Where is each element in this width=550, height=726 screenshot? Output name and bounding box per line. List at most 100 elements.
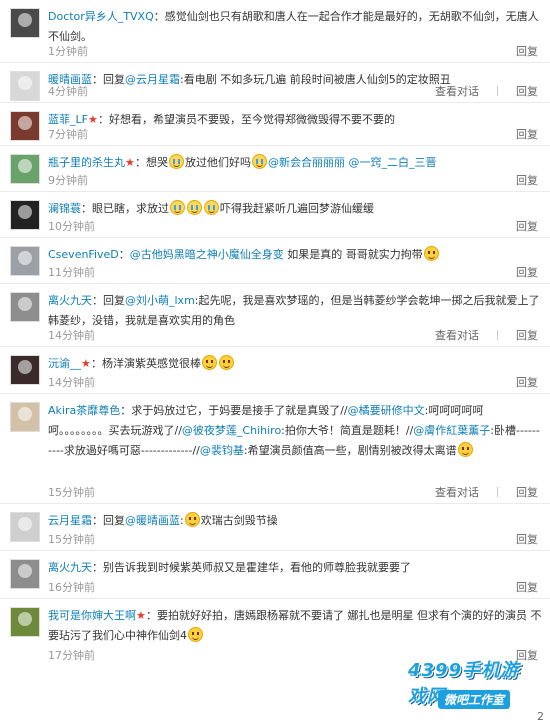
reply-button[interactable]: 回复: [516, 45, 538, 58]
divider: [497, 86, 498, 96]
mention-link[interactable]: @新会合丽丽丽: [268, 156, 345, 169]
cry-emoji-icon: [169, 154, 184, 169]
comment-body: 瓶子里的杀生丸★：想哭 放过他们好吗 @新会合丽丽丽 @一窍_二白_三晋: [48, 154, 437, 169]
user-name-link[interactable]: 澜锦蓑: [48, 202, 81, 215]
avatar[interactable]: [10, 71, 40, 101]
comment-meta: 1分钟前 回复: [48, 43, 542, 59]
avatar[interactable]: [10, 355, 40, 385]
user-name-link[interactable]: 瓶子里的杀生丸: [48, 156, 125, 169]
watermark-tag: 微吧工作室: [438, 690, 511, 709]
mention-link[interactable]: @古他妈黑暗之神小魔仙全身变: [130, 248, 284, 261]
user-name-link[interactable]: 离火九天: [48, 294, 92, 307]
timestamp: 4分钟前: [48, 85, 88, 98]
mention-link[interactable]: @橘要研修中文: [348, 404, 425, 417]
avatar[interactable]: [10, 292, 40, 322]
laugh-emoji-icon: [219, 355, 234, 370]
comment-meta: 14分钟前 查看对话 回复: [48, 327, 542, 343]
view-dialog-button[interactable]: 查看对话: [435, 85, 479, 98]
reply-button[interactable]: 回复: [516, 128, 538, 141]
cry-emoji-icon: [204, 200, 219, 215]
comment-item: 瓶子里的杀生丸★：想哭 放过他们好吗 @新会合丽丽丽 @一窍_二白_三晋 9分钟前 …: [0, 146, 550, 192]
comment-meta: 16分钟前 回复: [48, 579, 542, 595]
mention-link[interactable]: @裴钧基: [200, 444, 244, 457]
vip-star-icon: ★: [125, 156, 135, 169]
avatar[interactable]: [10, 559, 40, 589]
user-name-link[interactable]: 沅谕__: [48, 357, 81, 370]
timestamp: 16分钟前: [48, 581, 95, 594]
reply-button[interactable]: 回复: [516, 329, 538, 342]
reply-button[interactable]: 回复: [516, 533, 538, 546]
user-name-link[interactable]: Akira茶靡尊色: [48, 404, 120, 417]
comment-body: 沅谕__★：杨洋演紫英感觉很棒: [48, 354, 542, 374]
user-name-link[interactable]: 我可是你婶大王啊: [48, 609, 136, 622]
cry-emoji-icon: [170, 200, 185, 215]
smile-emoji-icon: [457, 442, 473, 457]
vip-star-icon: ★: [87, 113, 98, 126]
comment-item: 离火九天：回复@刘小萌_lxm:起先呢，我是喜欢梦瑶的，但是当韩菱纱学会乾坤一掷…: [0, 284, 550, 347]
avatar[interactable]: [10, 8, 40, 38]
avatar[interactable]: [10, 607, 40, 637]
comment-item: Doctor异乡人_TVXQ：感觉仙剑也只有胡歌和唐人在一起合作才能是最好的，无…: [0, 0, 550, 63]
mention-link[interactable]: @一窍_二白_三晋: [349, 156, 437, 169]
user-name-link[interactable]: 蓝菲_LF: [48, 113, 88, 126]
comment-meta: 9分钟前 回复: [48, 172, 542, 188]
mention-link[interactable]: @刘小萌_lxm: [125, 294, 195, 307]
smile-emoji-icon: [188, 627, 203, 642]
reply-button[interactable]: 回复: [516, 581, 538, 594]
comment-text: 好想看，希望演员不要毁，至今觉得郑微微毁得不要不要的: [108, 113, 395, 126]
comment-item: 澜锦蓑：眼已瞎，求放过 吓得我赶紧听几遍回梦游仙缓缓 10分钟前 回复: [0, 192, 550, 238]
comment-body: 我可是你婶大王啊★：要拍就好好拍，唐嫣跟杨幂就不要请了 娜扎也是明星 但求有个演…: [48, 609, 542, 642]
cry-emoji-icon: [187, 200, 202, 215]
comment-meta: 4分钟前 查看对话 回复: [48, 83, 542, 99]
mention-link[interactable]: @膚作紅葉薰子: [413, 424, 490, 437]
reply-button[interactable]: 回复: [516, 266, 538, 279]
comment-feed: Doctor异乡人_TVXQ：感觉仙剑也只有胡歌和唐人在一起合作才能是最好的，无…: [0, 0, 550, 726]
vip-star-icon: ★: [81, 357, 91, 370]
comment-meta: 15分钟前 查看对话 回复: [48, 484, 542, 500]
watermark-logo: 4399手机游戏网 微吧工作室: [396, 656, 536, 712]
comment-item: 离火九天：别告诉我到时候紫英师叔又是霍建华，看他的师尊脸我就要要了 16分钟前 …: [0, 551, 550, 599]
comment-meta: 10分钟前 回复: [48, 218, 542, 234]
reply-button[interactable]: 回复: [516, 174, 538, 187]
timestamp: 15分钟前: [48, 533, 95, 546]
page-indicator: 2: [537, 710, 544, 723]
avatar[interactable]: [10, 200, 40, 230]
timestamp: 11分钟前: [48, 266, 95, 279]
reply-button[interactable]: 回复: [516, 376, 538, 389]
divider: [497, 330, 498, 340]
reply-button[interactable]: 回复: [516, 486, 538, 499]
comment-item: 沅谕__★：杨洋演紫英感觉很棒 14分钟前 回复: [0, 347, 550, 394]
user-name-link[interactable]: Doctor异乡人_TVXQ: [48, 10, 154, 23]
reply-button[interactable]: 回复: [516, 85, 538, 98]
timestamp: 1分钟前: [48, 45, 88, 58]
vip-star-icon: ★: [136, 609, 146, 622]
avatar[interactable]: [10, 512, 40, 542]
cry-emoji-icon: [252, 154, 267, 169]
mention-link[interactable]: @暖晴画蓝: [125, 514, 180, 527]
view-dialog-button[interactable]: 查看对话: [435, 486, 479, 499]
user-name-link[interactable]: 云月星霜: [48, 514, 92, 527]
user-name-link[interactable]: 离火九天: [48, 561, 92, 574]
comment-body: CsevenFiveD：@古他妈黑暗之神小魔仙全身变 如果是真的 哥哥就实力拘带: [48, 245, 542, 265]
comment-body: Akira茶靡尊色：求于妈放过它，于妈要是接手了就是真毁了//@橘要研修中文:呵…: [48, 404, 540, 457]
comment-item: Akira茶靡尊色：求于妈放过它，于妈要是接手了就是真毁了//@橘要研修中文:呵…: [0, 394, 550, 504]
laugh-emoji-icon: [184, 512, 200, 527]
comment-meta: 14分钟前 回复: [48, 374, 542, 390]
comment-meta: 11分钟前 回复: [48, 264, 542, 280]
view-dialog-button[interactable]: 查看对话: [435, 329, 479, 342]
mention-link[interactable]: @彼夜梦莲_Chihiro: [182, 424, 281, 437]
timestamp: 15分钟前: [48, 486, 95, 499]
comment-text: 别告诉我到时候紫英师叔又是霍建华，看他的师尊脸我就要要了: [103, 561, 411, 574]
comment-item: CsevenFiveD：@古他妈黑暗之神小魔仙全身变 如果是真的 哥哥就实力拘带…: [0, 238, 550, 284]
comment-item: 暖晴画蓝：回复@云月星霜:看电剧 不如多玩几遍 前段时间被唐人仙剑5的定妆照丑 …: [0, 63, 550, 103]
divider: [497, 487, 498, 497]
comment-meta: 7分钟前 回复: [48, 126, 542, 142]
avatar[interactable]: [10, 246, 40, 276]
timestamp: 14分钟前: [48, 376, 95, 389]
reply-button[interactable]: 回复: [516, 220, 538, 233]
avatar[interactable]: [10, 154, 40, 184]
avatar[interactable]: [10, 402, 40, 432]
comment-meta: 15分钟前 回复: [48, 531, 542, 547]
user-name-link[interactable]: CsevenFiveD: [48, 248, 119, 261]
avatar[interactable]: [10, 111, 40, 141]
